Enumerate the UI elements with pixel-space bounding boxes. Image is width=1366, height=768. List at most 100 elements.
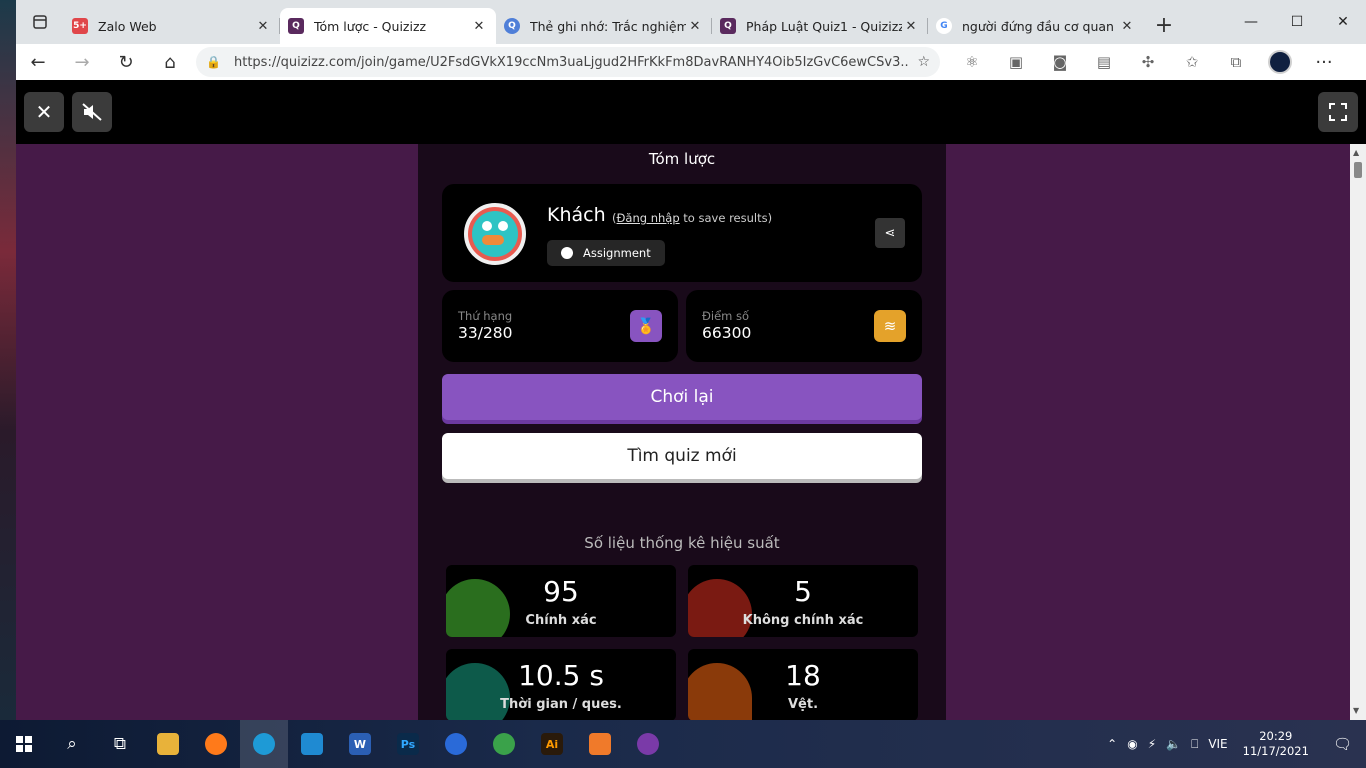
performance-title: Số liệu thống kê hiệu suất xyxy=(584,534,780,552)
notifications-icon[interactable]: 🗨 xyxy=(1319,735,1366,753)
tab-google-search[interactable]: G người đứng đầu cơ quan hàn ✕ xyxy=(928,8,1144,44)
anaconda-icon[interactable] xyxy=(480,720,528,768)
tab-close-icon[interactable]: ✕ xyxy=(254,19,272,34)
scroll-down-icon[interactable]: ▼ xyxy=(1353,706,1359,715)
tab-title: Zalo Web xyxy=(98,18,157,34)
scroll-thumb[interactable] xyxy=(1354,162,1362,178)
extension-icon[interactable]: ▣ xyxy=(994,44,1038,80)
stat-value: 95 xyxy=(543,575,579,608)
correct-stat: 95 Chính xác xyxy=(446,565,676,637)
network-icon[interactable]: ⎕ xyxy=(1186,737,1203,752)
rank-value: 33/280 xyxy=(458,324,513,342)
score-value: 66300 xyxy=(702,324,752,342)
tab-actions-button[interactable] xyxy=(16,0,64,44)
power-icon[interactable]: ⚡ xyxy=(1143,737,1161,751)
illustrator-icon[interactable]: Ai xyxy=(528,720,576,768)
search-icon[interactable]: ⌕ xyxy=(48,720,96,768)
tab-close-icon[interactable]: ✕ xyxy=(686,19,704,34)
clock-icon xyxy=(561,247,573,259)
stat-value: 10.5 s xyxy=(518,659,604,692)
tab-flashcards[interactable]: Q Thẻ ghi nhớ: Trắc nghiệm | Q ✕ xyxy=(496,8,712,44)
scroll-up-icon[interactable]: ▲ xyxy=(1353,148,1359,157)
tab-actions-icon xyxy=(33,15,47,29)
login-prompt: (Đăng nhập to save results) xyxy=(612,211,773,225)
volume-icon[interactable]: 🔈 xyxy=(1161,737,1186,751)
clock[interactable]: 20:29 11/17/2021 xyxy=(1233,729,1319,759)
page-scrollbar[interactable]: ▲ ▼ xyxy=(1350,144,1366,720)
language-indicator[interactable]: VIE xyxy=(1203,737,1232,751)
xampp-icon[interactable] xyxy=(576,720,624,768)
extensions-toolbar: ⚛ ▣ ◙ ▤ ✣ ✩ ⧉ xyxy=(950,44,1258,80)
maximize-icon[interactable]: ☐ xyxy=(1274,0,1320,44)
tab-zalo[interactable]: 5+ Zalo Web ✕ xyxy=(64,8,280,44)
quizizz-page: ✕ Tóm lược Khách (Đăng nhập to save resu… xyxy=(16,80,1366,720)
browser-window: 5+ Zalo Web ✕ Q Tóm lược - Quizizz ✕ Q T… xyxy=(16,0,1366,720)
screen-capture-icon[interactable]: ▤ xyxy=(1082,44,1126,80)
system-tray: ⌃ ◉ ⚡ 🔈 ⎕ VIE 20:29 11/17/2021 🗨 xyxy=(1102,720,1366,768)
extensions-puzzle-icon[interactable]: ✣ xyxy=(1126,44,1170,80)
tab-phap-luat-quiz[interactable]: Q Pháp Luật Quiz1 - Quizizz ✕ xyxy=(712,8,928,44)
vscode-icon[interactable] xyxy=(288,720,336,768)
share-button[interactable]: ⋖ xyxy=(875,218,905,248)
coins-icon: ≋ xyxy=(874,310,906,342)
play-again-button[interactable]: Chơi lại xyxy=(442,374,922,420)
incorrect-stat: 5 Không chính xác xyxy=(688,565,918,637)
stat-caption: Không chính xác xyxy=(742,613,864,628)
date-text: 11/17/2021 xyxy=(1242,744,1309,758)
refresh-icon[interactable]: ↻ xyxy=(104,44,148,80)
fullscreen-icon xyxy=(1329,103,1347,121)
fullscreen-button[interactable] xyxy=(1318,92,1358,132)
start-button[interactable] xyxy=(0,720,48,768)
forward-icon[interactable]: → xyxy=(60,44,104,80)
tab-quizizz-summary[interactable]: Q Tóm lược - Quizizz ✕ xyxy=(280,8,496,44)
new-tab-button[interactable]: + xyxy=(1144,8,1184,44)
tab-close-icon[interactable]: ✕ xyxy=(470,19,488,34)
tab-title: Tóm lược - Quizizz xyxy=(314,18,427,34)
tab-title: Pháp Luật Quiz1 - Quizizz xyxy=(746,18,902,34)
photoshop-icon[interactable]: Ps xyxy=(384,720,432,768)
google-favicon-icon: G xyxy=(936,18,952,34)
mute-button[interactable] xyxy=(72,92,112,132)
firefox-icon[interactable] xyxy=(192,720,240,768)
favorites-icon[interactable]: ✩ xyxy=(1170,44,1214,80)
home-icon[interactable]: ⌂ xyxy=(148,44,192,80)
file-explorer-icon[interactable] xyxy=(144,720,192,768)
lock-icon: 🔒 xyxy=(206,55,221,69)
mute-icon xyxy=(82,103,102,121)
medal-icon: 🏅 xyxy=(630,310,662,342)
camera-icon[interactable]: ◙ xyxy=(1038,44,1082,80)
profile-avatar[interactable] xyxy=(1268,50,1292,74)
tab-close-icon[interactable]: ✕ xyxy=(1118,19,1136,34)
collections-icon[interactable]: ⧉ xyxy=(1214,44,1258,80)
tab-close-icon[interactable]: ✕ xyxy=(902,19,920,34)
add-favorite-icon[interactable]: ☆ xyxy=(917,54,930,70)
back-icon[interactable]: ← xyxy=(16,44,60,80)
tab-bar: 5+ Zalo Web ✕ Q Tóm lược - Quizizz ✕ Q T… xyxy=(16,0,1366,44)
tab-title: người đứng đầu cơ quan hàn xyxy=(962,18,1118,34)
close-window-icon[interactable]: ✕ xyxy=(1320,0,1366,44)
summary-panel: Tóm lược Khách (Đăng nhập to save result… xyxy=(418,144,946,720)
edge-icon[interactable] xyxy=(240,720,288,768)
address-bar-row: ← → ↻ ⌂ 🔒 https://quizizz.com/join/game/… xyxy=(16,44,1366,80)
close-game-button[interactable]: ✕ xyxy=(24,92,64,132)
url-field[interactable]: 🔒 https://quizizz.com/join/game/U2FsdGVk… xyxy=(196,47,940,77)
minimize-icon[interactable]: — xyxy=(1228,0,1274,44)
game-topbar: ✕ xyxy=(16,80,1366,144)
meet-now-icon[interactable]: ◉ xyxy=(1122,737,1142,751)
find-new-quiz-button[interactable]: Tìm quiz mới xyxy=(442,433,922,479)
time-per-question-stat: 10.5 s Thời gian / ques. xyxy=(446,649,676,720)
app-icon[interactable] xyxy=(432,720,480,768)
chevron-up-icon[interactable]: ⌃ xyxy=(1102,737,1122,751)
react-devtools-icon[interactable]: ⚛ xyxy=(950,44,994,80)
word-icon[interactable]: W xyxy=(336,720,384,768)
settings-more-icon[interactable]: ··· xyxy=(1302,44,1346,80)
desktop-background xyxy=(0,0,16,720)
streak-stat: 18 Vệt. xyxy=(688,649,918,720)
mode-badge: Assignment xyxy=(547,240,665,266)
stat-value: 5 xyxy=(794,575,812,608)
score-label: Điểm số xyxy=(702,309,750,323)
quizizz-favicon-icon: Q xyxy=(720,18,736,34)
task-view-icon[interactable]: ⧉ xyxy=(96,720,144,768)
login-link[interactable]: Đăng nhập xyxy=(617,211,680,225)
github-icon[interactable] xyxy=(624,720,672,768)
